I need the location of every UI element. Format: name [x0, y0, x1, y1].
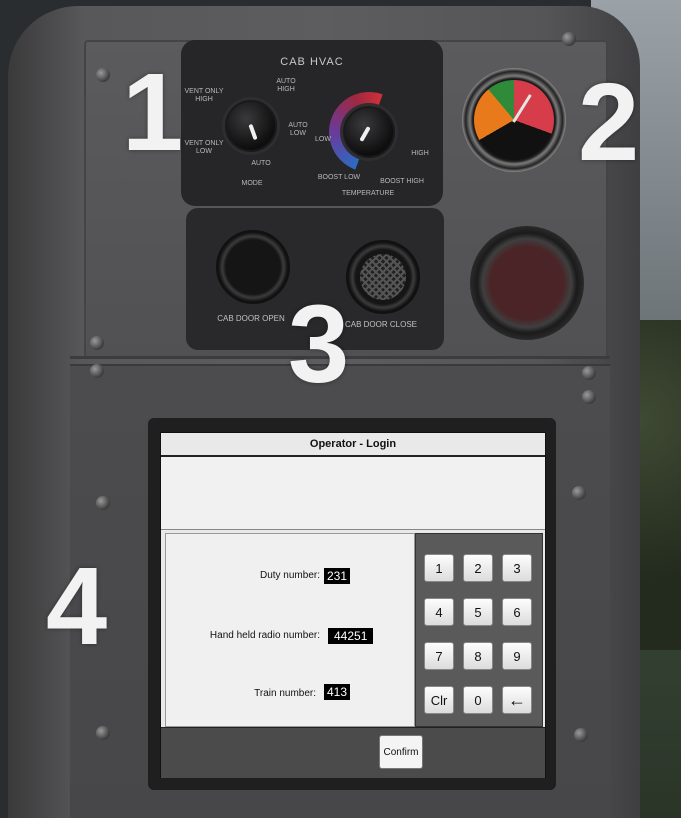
duty-number-field[interactable]: 231	[324, 568, 351, 584]
bolt	[96, 496, 110, 510]
hvac-title: CAB HVAC	[280, 56, 344, 68]
radio-number-field[interactable]: 44251	[328, 628, 374, 644]
login-form: Duty number: 231 Hand held radio number:…	[165, 533, 415, 727]
cab-door-open-label: CAB DOOR OPEN	[217, 314, 285, 323]
temp-option-boost-low: BOOST LOW	[317, 174, 361, 181]
cab-door-open-button[interactable]	[216, 230, 290, 304]
key-8[interactable]: 8	[463, 642, 493, 670]
key-9[interactable]: 9	[502, 642, 532, 670]
key-5[interactable]: 5	[463, 598, 493, 626]
key-clear[interactable]: Clr	[424, 686, 454, 714]
mode-knob[interactable]	[225, 100, 277, 152]
temperature-label: TEMPERATURE	[341, 190, 395, 197]
mode-option-vent-high: VENT ONLY HIGH	[184, 88, 224, 103]
bolt	[562, 32, 576, 46]
message-area	[161, 457, 545, 530]
key-1[interactable]: 1	[424, 554, 454, 582]
temp-option-high: HIGH	[411, 150, 429, 157]
key-7[interactable]: 7	[424, 642, 454, 670]
key-6[interactable]: 6	[502, 598, 532, 626]
key-0[interactable]: 0	[463, 686, 493, 714]
confirm-button[interactable]: Confirm	[379, 735, 423, 769]
mode-option-auto-low: AUTO LOW	[288, 122, 308, 137]
mode-option-auto: AUTO	[251, 160, 271, 167]
temperature-knob[interactable]	[343, 106, 395, 158]
indicator-lamp	[470, 226, 584, 340]
bolt	[582, 366, 596, 380]
hvac-control-plate: CAB HVAC VENT ONLY HIGH VENT ONLY LOW AU…	[181, 40, 443, 206]
marker-1: 1	[122, 51, 184, 174]
mode-label: MODE	[241, 180, 263, 187]
bolt	[90, 364, 104, 378]
key-4[interactable]: 4	[424, 598, 454, 626]
pressure-gauge	[462, 68, 566, 172]
knob-pointer	[359, 126, 371, 142]
marker-2: 2	[578, 61, 640, 184]
key-2[interactable]: 2	[463, 554, 493, 582]
cab-control-panel: CAB HVAC VENT ONLY HIGH VENT ONLY LOW AU…	[0, 0, 681, 818]
mode-option-auto-high: AUTO HIGH	[276, 78, 296, 93]
train-number-field[interactable]: 413	[324, 684, 351, 700]
screen-title: Operator - Login	[161, 433, 545, 457]
grille-texture	[360, 254, 406, 300]
marker-3: 3	[288, 283, 350, 406]
numeric-keypad: 1 2 3 4 5 6 7 8 9 Clr 0 ←	[415, 533, 543, 727]
train-number-label: Train number:	[254, 688, 316, 699]
bolt	[582, 390, 596, 404]
screen-footer	[161, 727, 545, 778]
bolt	[96, 726, 110, 740]
temp-option-low: LOW	[315, 136, 331, 143]
mode-option-vent-low: VENT ONLY LOW	[184, 140, 224, 155]
bolt	[574, 728, 588, 742]
radio-number-label: Hand held radio number:	[209, 630, 320, 641]
marker-4: 4	[46, 545, 108, 668]
key-backspace[interactable]: ←	[502, 686, 532, 714]
cab-door-close-label: CAB DOOR CLOSE	[344, 320, 417, 329]
operator-login-screen: Operator - Login Duty number: 231 Hand h…	[160, 432, 546, 778]
duty-number-label: Duty number:	[259, 570, 320, 581]
bolt	[572, 486, 586, 500]
key-3[interactable]: 3	[502, 554, 532, 582]
cab-door-close-button[interactable]	[346, 240, 420, 314]
knob-pointer	[248, 123, 258, 141]
temp-option-boost-high: BOOST HIGH	[380, 178, 424, 185]
bolt	[96, 68, 110, 82]
bolt	[90, 336, 104, 350]
